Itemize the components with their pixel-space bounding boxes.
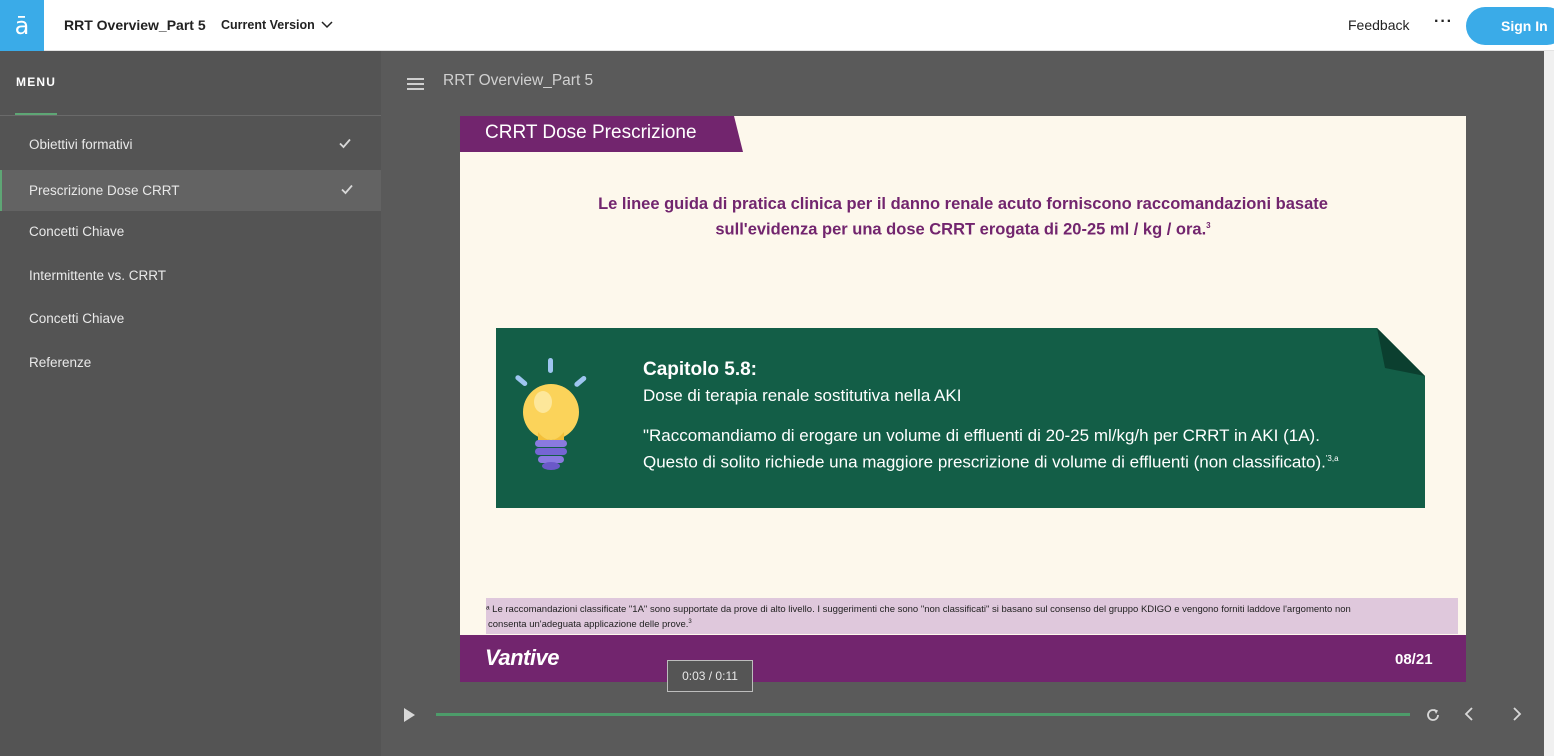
headline-line-1: Le linee guida di pratica clinica per il… — [598, 195, 1328, 213]
check-icon — [339, 138, 351, 149]
menu-title: MENU — [16, 75, 57, 89]
lesson-viewer: RRT Overview_Part 5 CRRT Dose Prescrizio… — [381, 51, 1544, 756]
sidebar-item-concetti-chiave-2[interactable]: Concetti Chiave — [0, 298, 381, 339]
replay-icon[interactable] — [1425, 707, 1441, 723]
chapter-callout-box — [496, 328, 1425, 508]
lightbulb-icon — [515, 358, 587, 470]
quote-line-2: Questo di solito richiede una maggiore p… — [643, 452, 1326, 472]
footnote-reference: 3 — [688, 619, 692, 625]
chapter-subtitle: Dose di terapia renale sostitutiva nella… — [643, 386, 962, 405]
sidebar-item-label: Referenze — [29, 355, 92, 370]
sidebar-item-intermittente-vs-crrt[interactable]: Intermittente vs. CRRT — [0, 255, 381, 296]
app-logo[interactable]: ā — [0, 0, 44, 51]
footnote-line-2: consenta un'adeguata applicazione delle … — [488, 619, 689, 631]
recommendation-quote: "Raccomandiamo di erogare un volume di e… — [643, 424, 1403, 474]
more-options-icon[interactable]: ··· — [1434, 13, 1453, 31]
brand-logo: Vantive — [485, 645, 559, 670]
version-dropdown[interactable]: Current Version — [221, 18, 333, 32]
sidebar-item-label: Obiettivi formativi — [29, 137, 133, 152]
play-icon[interactable] — [401, 707, 417, 723]
time-tooltip: 0:03 / 0:11 — [667, 660, 753, 692]
sidebar-item-prescrizione-dose-crrt[interactable]: Prescrizione Dose CRRT — [0, 170, 381, 211]
chevron-down-icon — [321, 21, 333, 29]
sidebar-item-label: Intermittente vs. CRRT — [29, 268, 167, 283]
slide-title: CRRT Dose Prescrizione — [485, 122, 697, 143]
top-bar: ā RRT Overview_Part 5 Current Version Fe… — [0, 0, 1554, 51]
sign-in-button[interactable]: Sign In — [1466, 7, 1554, 45]
sidebar-menu: MENU Obiettivi formativi Prescrizione Do… — [0, 51, 381, 756]
headline-reference: 3 — [1206, 221, 1211, 230]
menu-divider — [0, 115, 381, 116]
sidebar-item-obiettivi-formativi[interactable]: Obiettivi formativi — [0, 124, 381, 165]
slide-footnote: ᵃ Le raccomandazioni classificate "1A" s… — [486, 598, 1458, 634]
slide-page-number: 08/21 — [1395, 651, 1433, 668]
page-scrollbar[interactable] — [1544, 51, 1554, 756]
feedback-link[interactable]: Feedback — [1348, 17, 1409, 33]
hamburger-menu-icon[interactable] — [407, 78, 424, 90]
sidebar-item-referenze[interactable]: Referenze — [0, 342, 381, 383]
sidebar-item-label: Concetti Chiave — [29, 224, 125, 239]
quote-line-1: "Raccomandiamo di erogare un volume di e… — [643, 426, 1320, 445]
sidebar-item-label: Prescrizione Dose CRRT — [29, 183, 180, 198]
chapter-title: Capitolo 5.8: — [643, 359, 758, 380]
check-icon — [341, 184, 353, 195]
playback-progress-bar[interactable] — [436, 713, 1410, 716]
footnote-line-1: ᵃ Le raccomandazioni classificate "1A" s… — [486, 604, 1351, 615]
sidebar-item-label: Concetti Chiave — [29, 311, 125, 326]
slide-headline: Le linee guida di pratica clinica per il… — [540, 193, 1386, 241]
course-title: RRT Overview_Part 5 — [64, 17, 206, 33]
lesson-title: RRT Overview_Part 5 — [443, 72, 594, 89]
previous-slide-icon[interactable] — [1461, 706, 1477, 722]
quote-reference: '3,a — [1325, 454, 1339, 463]
sidebar-item-concetti-chiave[interactable]: Concetti Chiave — [0, 211, 381, 252]
version-label: Current Version — [221, 18, 315, 32]
headline-line-2: sull'evidenza per una dose CRRT erogata … — [715, 220, 1207, 239]
next-slide-icon[interactable] — [1509, 706, 1525, 722]
slide-footer: Vantive 08/21 — [460, 635, 1466, 682]
slide: CRRT Dose Prescrizione Le linee guida di… — [460, 116, 1466, 682]
